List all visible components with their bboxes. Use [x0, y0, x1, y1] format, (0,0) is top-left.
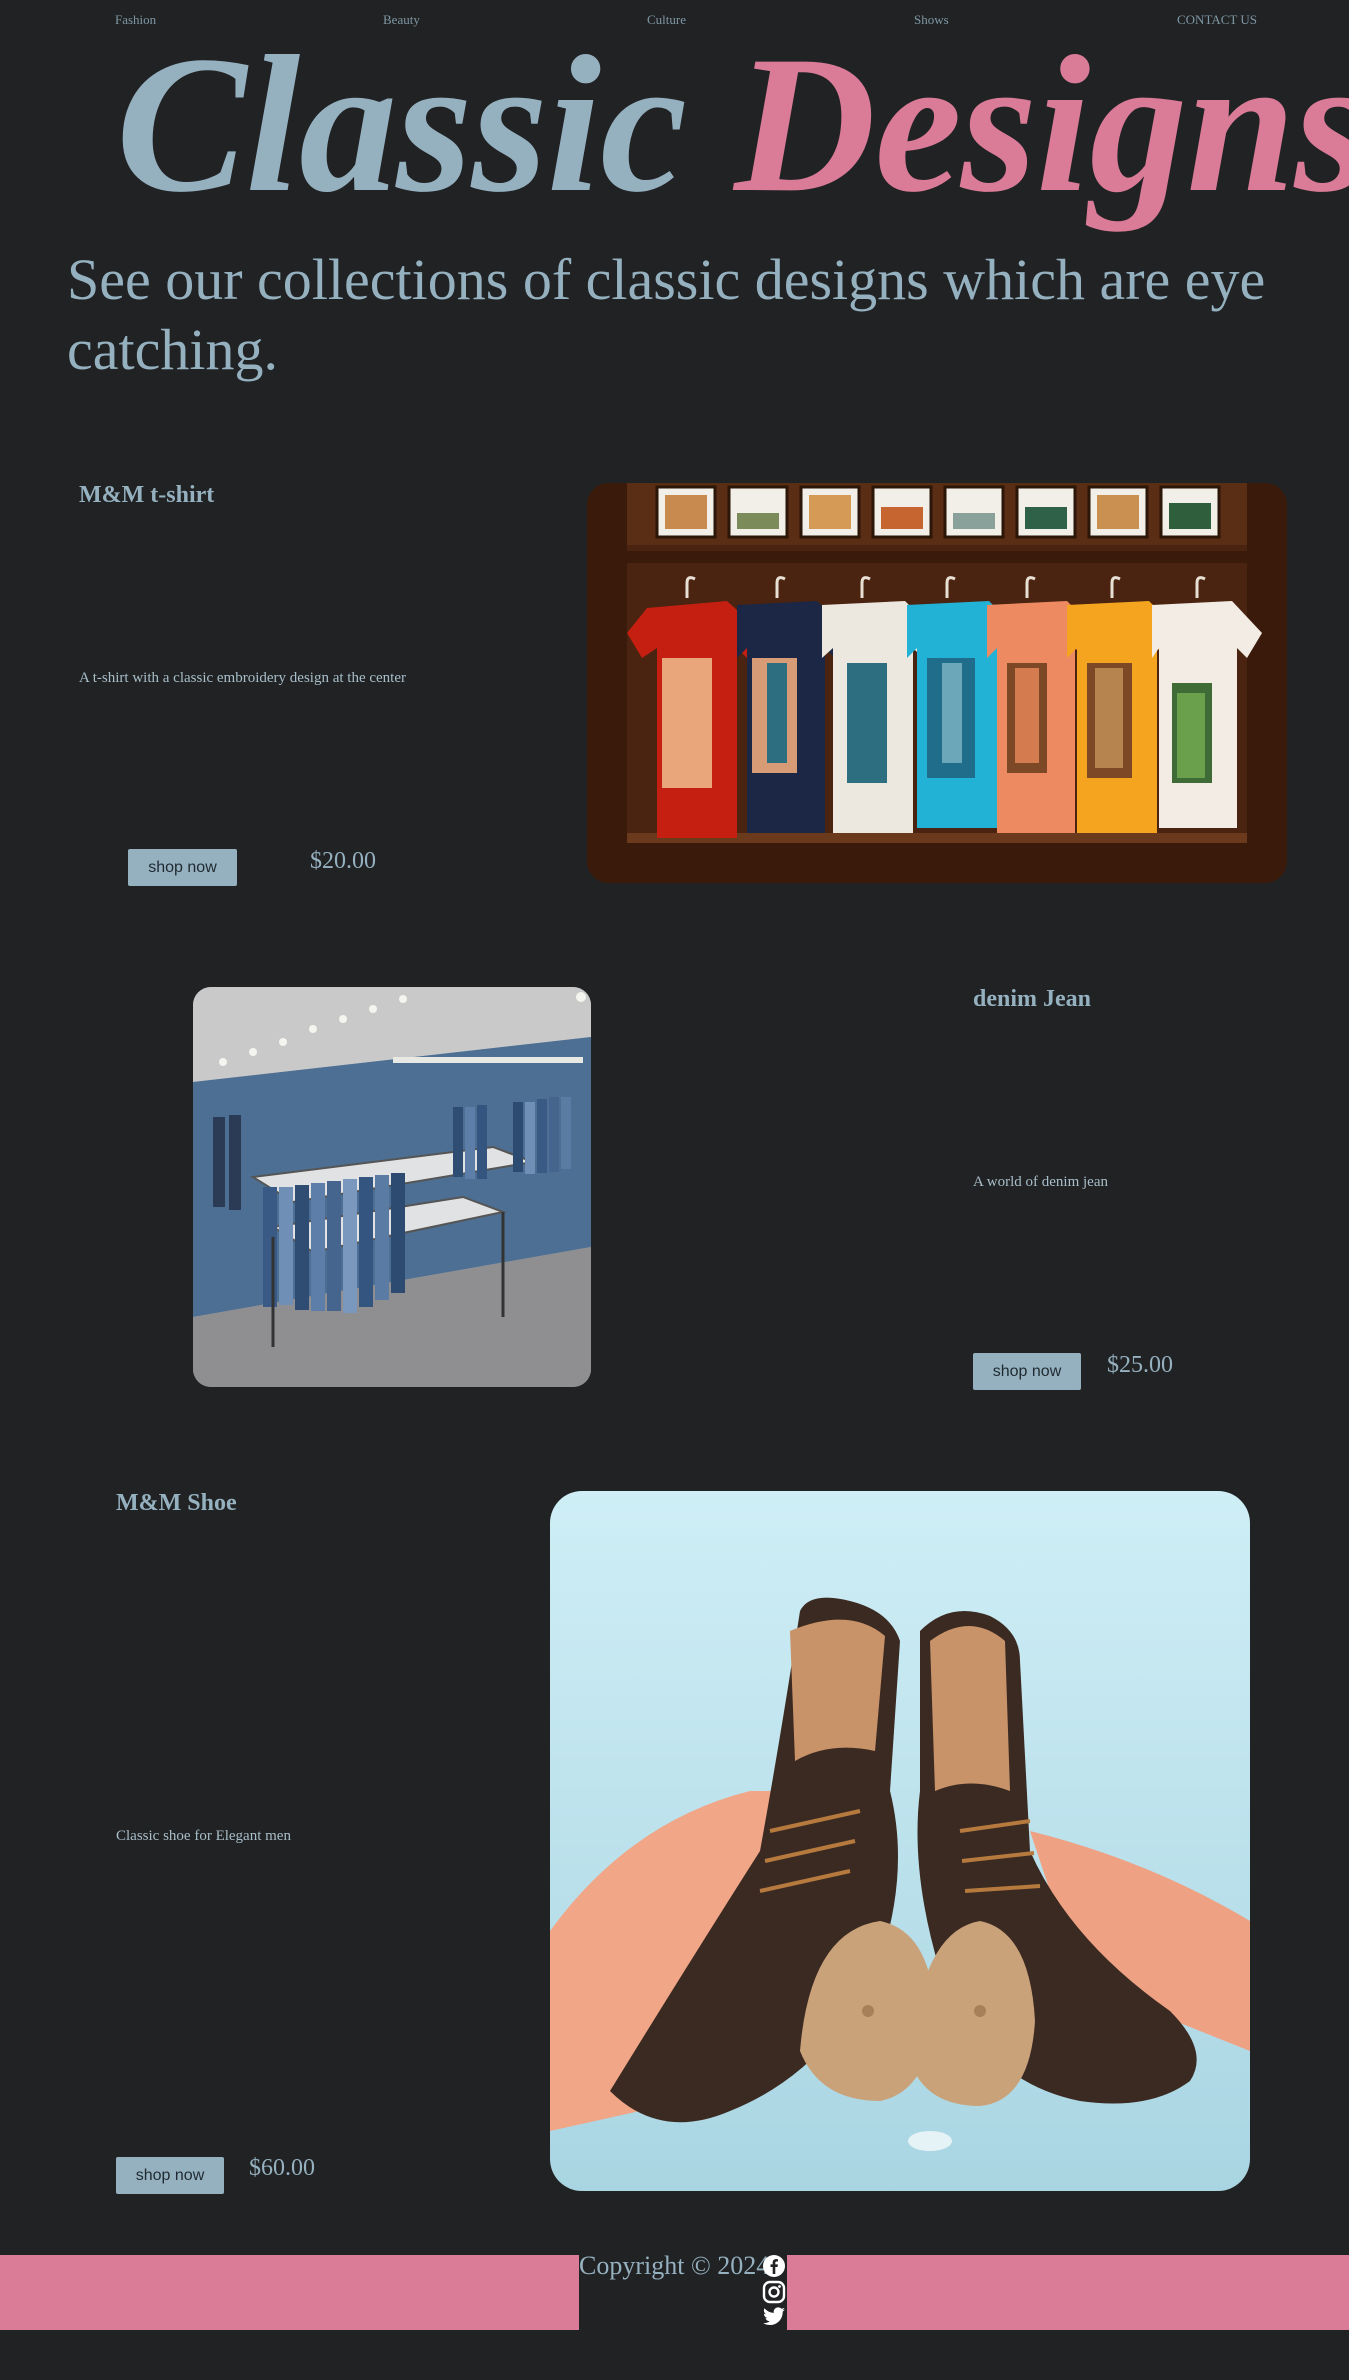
- twitter-icon[interactable]: [762, 2304, 786, 2328]
- hero-title: Classic Designs: [116, 20, 1349, 230]
- tshirt-rack-illustration: [587, 483, 1287, 883]
- facebook-icon[interactable]: [762, 2254, 786, 2278]
- product-description: A world of denim jean: [973, 1174, 1108, 1190]
- product-description: Classic shoe for Elegant men: [116, 1828, 291, 1844]
- shop-now-button[interactable]: shop now: [116, 2157, 224, 2194]
- denim-store-illustration: [193, 987, 591, 1387]
- copyright-text: Copyright © 2024: [579, 2251, 770, 2280]
- product-title: M&M t-shirt: [79, 482, 215, 508]
- product-price: $60.00: [249, 2155, 315, 2181]
- shoe-illustration: [550, 1491, 1250, 2191]
- product-title: denim Jean: [973, 986, 1092, 1012]
- product-description: A t-shirt with a classic embroidery desi…: [79, 670, 406, 686]
- instagram-icon[interactable]: [762, 2280, 786, 2304]
- footer-bar-left: [0, 2255, 579, 2330]
- hero-title-word-designs: Designs: [734, 16, 1349, 233]
- tshirt-photo: [587, 483, 1287, 883]
- hero-title-word-classic: Classic: [116, 16, 687, 233]
- shop-now-button[interactable]: shop now: [973, 1353, 1081, 1390]
- footer-bar-right: [787, 2255, 1349, 2330]
- hero-subtitle: See our collections of classic designs w…: [67, 247, 1266, 382]
- product-price: $20.00: [310, 848, 376, 874]
- product-title: M&M Shoe: [116, 1490, 237, 1516]
- shoe-photo: [550, 1491, 1250, 2191]
- denim-store-photo: [193, 987, 591, 1387]
- product-price: $25.00: [1107, 1352, 1173, 1378]
- shop-now-button[interactable]: shop now: [128, 849, 237, 886]
